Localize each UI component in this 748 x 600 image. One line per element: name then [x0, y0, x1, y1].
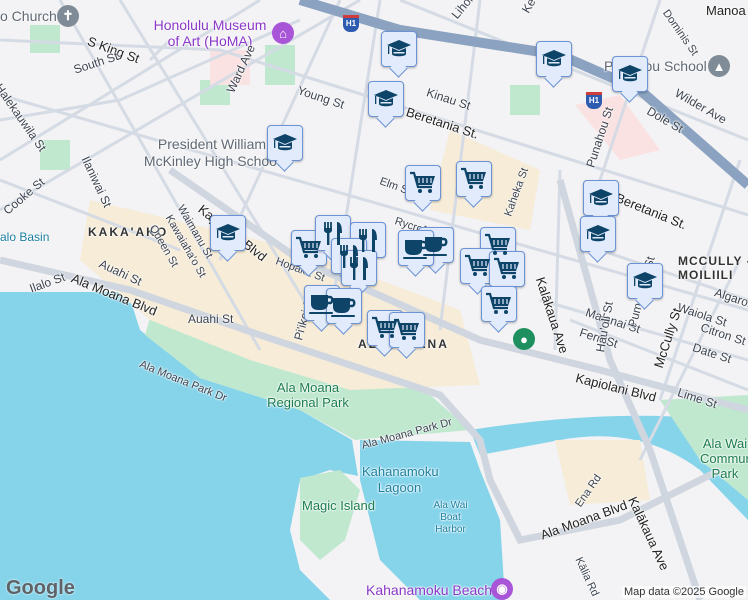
park-label[interactable]: Ala Moana Regional Park	[258, 380, 358, 410]
church-pin-icon[interactable]: ✝	[57, 5, 79, 27]
school-marker[interactable]	[210, 215, 246, 251]
graduation-cap-icon	[385, 36, 413, 62]
beach-label[interactable]: Kahanamoku Beach	[366, 582, 492, 598]
museum-pin-icon[interactable]: ⌂	[272, 22, 294, 44]
shopping-cart-icon	[464, 253, 492, 279]
google-logo: Google	[6, 577, 75, 599]
graduation-cap-icon	[631, 268, 659, 294]
h1-shield-icon: H1	[586, 92, 602, 109]
neighborhood-label: MCCULLY - MOILIILI	[678, 254, 748, 282]
cafe-marker[interactable]	[398, 230, 434, 266]
magic-island-area	[300, 470, 360, 560]
graduation-cap-icon	[372, 86, 400, 112]
grocery-marker[interactable]	[389, 312, 425, 348]
school-marker[interactable]	[381, 31, 417, 67]
grocery-marker[interactable]	[456, 161, 492, 197]
park-label[interactable]: Magic Island	[302, 498, 375, 513]
school-marker[interactable]	[583, 180, 619, 216]
school-marker[interactable]	[368, 81, 404, 117]
map-attribution[interactable]: Map data ©2025 Google	[621, 586, 746, 598]
school-pin-icon[interactable]: ▲	[708, 55, 730, 77]
park-label[interactable]: Ala Wai Community Park	[700, 436, 748, 481]
graduation-cap-icon	[587, 185, 615, 211]
restaurant-marker[interactable]	[341, 250, 377, 286]
school-marker[interactable]	[580, 216, 616, 252]
coffee-cup-icon	[402, 235, 430, 261]
mckinley-label[interactable]: President William McKinley High School	[142, 136, 282, 170]
shopping-cart-icon	[485, 291, 513, 317]
fork-knife-icon	[345, 255, 373, 281]
graduation-cap-icon	[214, 220, 242, 246]
water-label: alo Basin	[0, 230, 50, 244]
shopping-cart-icon	[409, 170, 437, 196]
school-marker[interactable]	[627, 263, 663, 299]
school-marker[interactable]	[267, 125, 303, 161]
street-label: Auahi St	[188, 312, 234, 326]
location-pin-icon[interactable]: ●	[513, 328, 535, 350]
school-marker[interactable]	[536, 41, 572, 77]
h1-shield-icon: H1	[343, 15, 359, 32]
street-label: Manoa	[706, 3, 746, 18]
camera-pin-icon[interactable]: ◉	[491, 578, 513, 600]
graduation-cap-icon	[584, 221, 612, 247]
grocery-marker[interactable]	[405, 165, 441, 201]
grocery-marker[interactable]	[481, 286, 517, 322]
school-marker[interactable]	[612, 56, 648, 92]
grocery-marker[interactable]	[489, 251, 525, 287]
graduation-cap-icon	[271, 130, 299, 156]
shopping-cart-icon	[393, 317, 421, 343]
shopping-cart-icon	[493, 256, 521, 282]
graduation-cap-icon	[616, 61, 644, 87]
grocery-marker[interactable]	[460, 248, 496, 284]
water-label: Ala Wai Boat Harbor	[433, 500, 468, 535]
museum-label[interactable]: Honolulu Museum of Art (HoMA)	[150, 17, 270, 49]
coffee-cup-icon	[330, 293, 358, 319]
cafe-marker[interactable]	[326, 288, 362, 324]
shopping-cart-icon	[460, 166, 488, 192]
graduation-cap-icon	[540, 46, 568, 72]
church-label[interactable]: o Church	[0, 8, 57, 25]
water-label: Kahanamoku Lagoon	[362, 464, 439, 495]
